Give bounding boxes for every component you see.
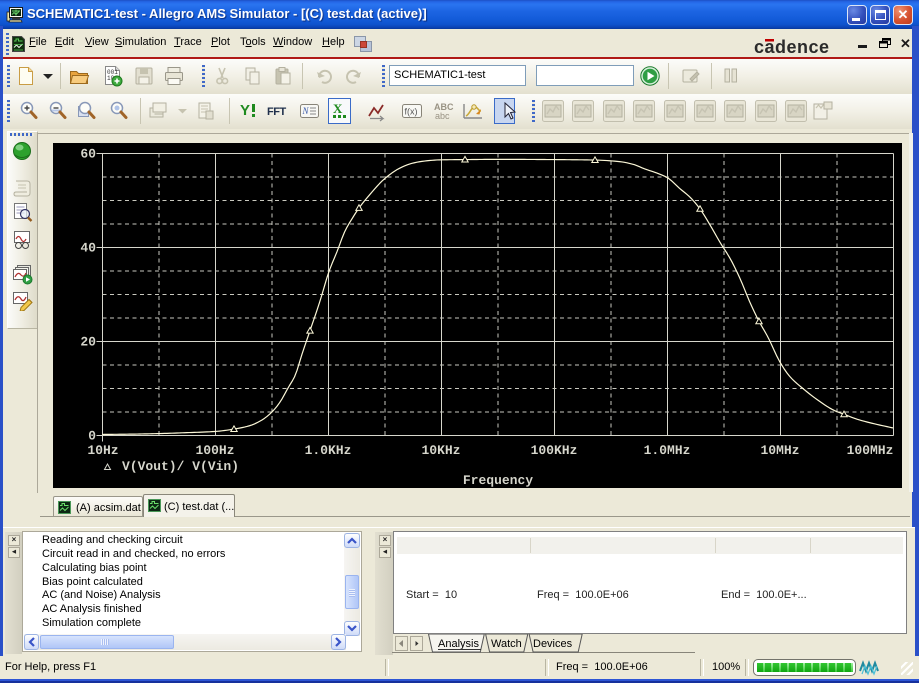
svg-text:X: X: [333, 101, 343, 116]
svg-text:N: N: [302, 106, 310, 116]
svg-text:Devices: Devices: [533, 638, 573, 650]
svg-text:FFT: FFT: [267, 106, 286, 118]
svg-text:Y: Y: [240, 102, 250, 119]
svg-text:Analysis: Analysis: [438, 638, 479, 650]
svg-text:Watch: Watch: [491, 638, 522, 650]
svg-text:abc: abc: [435, 111, 450, 121]
svg-text:f(x): f(x): [405, 107, 418, 117]
